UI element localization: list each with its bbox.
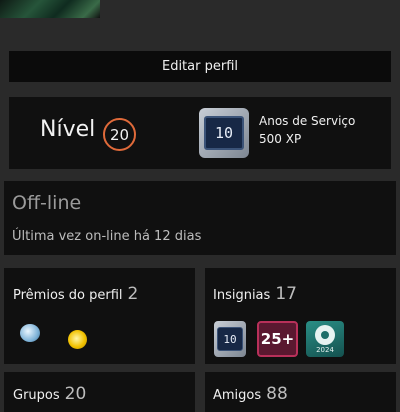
online-status: Off-line (12, 192, 82, 214)
badge-25-text: 25+ (260, 330, 295, 348)
badges-title: Insignias (213, 288, 271, 303)
level-label: Nível (40, 117, 96, 142)
badges-header[interactable]: Insignias 17 (213, 284, 297, 304)
badges-count: 17 (275, 284, 297, 304)
groups-count: 20 (64, 384, 87, 404)
edit-profile-label: Editar perfil (161, 59, 238, 74)
profile-awards-count: 2 (127, 284, 139, 304)
friends-header[interactable]: Amigos 88 (213, 384, 288, 404)
years-of-service-badge-icon[interactable]: 10 (214, 321, 246, 357)
groups-title: Grupos (13, 388, 60, 403)
steam-logo-icon (315, 324, 335, 345)
groups-header[interactable]: Grupos 20 (13, 384, 86, 404)
sun-award-icon[interactable] (68, 330, 87, 349)
level-25-badge-icon[interactable]: 25+ (257, 321, 298, 357)
friends-count: 88 (266, 384, 288, 404)
badge-years-number: 10 (217, 327, 243, 351)
last-online-text: Última vez on-line há 12 dias (12, 229, 202, 244)
badge-year-text: 2024 (316, 345, 334, 354)
profile-banner (0, 0, 100, 18)
ice-award-icon[interactable] (20, 324, 40, 342)
level-value: 20 (109, 125, 130, 144)
steam-2024-badge-icon[interactable]: 2024 (306, 321, 344, 357)
years-of-service-icon[interactable]: 10 (199, 108, 249, 158)
profile-awards-section[interactable] (4, 268, 195, 364)
friends-title: Amigos (213, 388, 262, 403)
profile-awards-title: Prêmios do perfil (13, 288, 123, 303)
level-badge[interactable]: 20 (103, 118, 136, 151)
years-of-service-xp: 500 XP (259, 132, 302, 146)
years-number: 10 (204, 116, 244, 150)
years-of-service-title: Anos de Serviço (259, 114, 356, 128)
edit-profile-button[interactable]: Editar perfil (9, 51, 391, 82)
profile-awards-header[interactable]: Prêmios do perfil 2 (13, 284, 138, 304)
